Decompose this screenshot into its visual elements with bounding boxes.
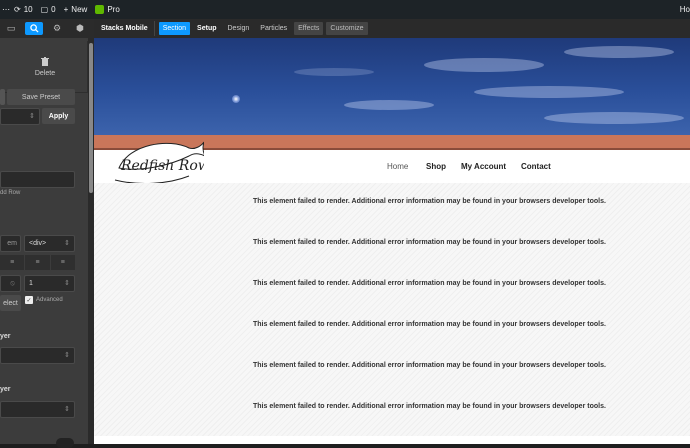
wave-highlight xyxy=(424,58,544,72)
chevron-updown-icon: ⇕ xyxy=(64,406,70,413)
breadcrumb[interactable]: Stacks Mobile xyxy=(101,25,148,32)
refresh-item[interactable]: ⟳ 10 xyxy=(14,5,33,14)
menu-icon[interactable]: ▭ xyxy=(2,22,20,35)
tab-particles[interactable]: Particles xyxy=(256,22,291,35)
render-error-message: This element failed to render. Additiona… xyxy=(253,198,606,205)
search-icon[interactable] xyxy=(25,22,43,35)
footer-strip xyxy=(94,436,690,444)
check-icon: ✓ xyxy=(25,296,33,304)
tab-setup[interactable]: Setup xyxy=(193,22,220,35)
apply-button[interactable]: Apply xyxy=(42,108,75,124)
advanced-checkbox[interactable]: ✓ Advanced xyxy=(25,296,63,304)
tag-value: <div> xyxy=(29,240,47,247)
menu-icon[interactable]: ⋯ xyxy=(2,5,10,14)
toolbar-divider xyxy=(153,21,155,36)
customize-button[interactable]: Customize xyxy=(326,22,368,35)
new-label: New xyxy=(71,5,88,14)
render-error-message: This element failed to render. Additiona… xyxy=(253,403,606,410)
number-field[interactable]: 1 ⇕ xyxy=(24,275,75,292)
light-glow xyxy=(232,95,240,103)
layer-heading-1: yer xyxy=(0,333,11,340)
admin-bar-right[interactable]: Ho xyxy=(680,0,690,19)
nav-home[interactable]: Home xyxy=(387,162,408,171)
chevron-updown-icon: ⇕ xyxy=(64,352,70,359)
pro-icon xyxy=(95,5,105,14)
render-error-message: This element failed to render. Additiona… xyxy=(253,280,606,287)
preset-toggle[interactable] xyxy=(0,89,5,105)
delete-label: Delete xyxy=(34,69,56,77)
wave-highlight xyxy=(294,68,374,76)
delete-button[interactable]: Delete xyxy=(3,41,88,93)
align-buttons: ≡ ≡ ≡ xyxy=(0,255,75,270)
comments-item[interactable]: ▢ 0 xyxy=(41,5,56,14)
chevron-updown-icon: ⇕ xyxy=(29,113,35,120)
refresh-count: 10 xyxy=(23,5,33,14)
wave-highlight xyxy=(564,46,674,58)
refresh-icon: ⟳ xyxy=(14,5,21,14)
layer-select-1[interactable]: ⇕ xyxy=(0,347,75,364)
hero-water-image xyxy=(94,38,690,135)
unit-field[interactable]: em xyxy=(0,235,21,252)
layer-select-2[interactable]: ⇕ xyxy=(0,401,75,418)
render-error-message: This element failed to render. Additiona… xyxy=(253,321,606,328)
wave-highlight xyxy=(344,100,434,110)
panel-tabs: ▭ ⚙ ⬢ xyxy=(0,19,94,38)
nav-shop[interactable]: Shop xyxy=(426,162,446,171)
admin-bar: ⋯ ⟳ 10 ▢ 0 + New Pro Ho xyxy=(0,0,690,19)
select-label: elect xyxy=(3,299,18,307)
add-row-field[interactable] xyxy=(0,171,75,188)
editor-toolbar: Stacks Mobile Section Setup Design Parti… xyxy=(94,19,690,38)
chevron-updown-icon: ⇕ xyxy=(64,240,70,247)
redfish-row-logo[interactable]: Redfish Row xyxy=(109,136,204,188)
panel-scrollthumb[interactable] xyxy=(89,43,93,193)
link-field[interactable]: ⦸ xyxy=(0,275,21,292)
cube-icon[interactable]: ⬢ xyxy=(71,22,89,35)
link-icon: ⦸ xyxy=(10,279,15,287)
nav-my-account[interactable]: My Account xyxy=(461,162,506,171)
tab-section[interactable]: Section xyxy=(158,22,191,35)
align-center-icon[interactable]: ≡ xyxy=(25,255,50,270)
tag-select[interactable]: <div> ⇕ xyxy=(24,235,75,252)
align-left-icon[interactable]: ≡ xyxy=(0,255,25,270)
trash-icon xyxy=(41,56,49,66)
pro-label: Pro xyxy=(107,5,120,14)
render-error-message: This element failed to render. Additiona… xyxy=(253,239,606,246)
gear-icon[interactable]: ⚙ xyxy=(48,22,66,35)
new-item[interactable]: + New xyxy=(64,5,88,14)
add-row-label: dd Row xyxy=(0,190,21,196)
tab-design[interactable]: Design xyxy=(224,22,254,35)
number-value: 1 xyxy=(29,280,33,287)
wave-highlight xyxy=(544,112,684,124)
align-right-icon[interactable]: ≡ xyxy=(50,255,75,270)
comment-icon: ▢ xyxy=(40,5,49,14)
preset-select[interactable]: ⇕ xyxy=(0,108,40,125)
render-error-message: This element failed to render. Additiona… xyxy=(253,362,606,369)
unit-label: em xyxy=(7,240,17,247)
comments-count: 0 xyxy=(51,5,56,14)
plus-icon: + xyxy=(63,5,69,14)
layer-heading-2: yer xyxy=(0,386,11,393)
site-preview: Redfish Row Home Shop My Account Contact… xyxy=(94,38,690,444)
pro-item[interactable]: Pro xyxy=(95,5,120,14)
editor-panel: ▭ ⚙ ⬢ Delete Save Preset ⇕ Apply dd Row … xyxy=(0,19,94,448)
advanced-label: Advanced xyxy=(36,297,63,303)
effects-button[interactable]: Effects xyxy=(294,22,324,35)
toggle-switch[interactable] xyxy=(56,438,74,448)
logo-text: Redfish Row xyxy=(120,158,204,174)
wave-highlight xyxy=(474,86,624,98)
save-preset-button[interactable]: Save Preset xyxy=(7,89,75,105)
content-area: This element failed to render. Additiona… xyxy=(94,183,690,444)
nav-contact[interactable]: Contact xyxy=(521,162,551,171)
select-button[interactable]: elect xyxy=(0,295,21,311)
chevron-updown-icon: ⇕ xyxy=(64,280,70,287)
